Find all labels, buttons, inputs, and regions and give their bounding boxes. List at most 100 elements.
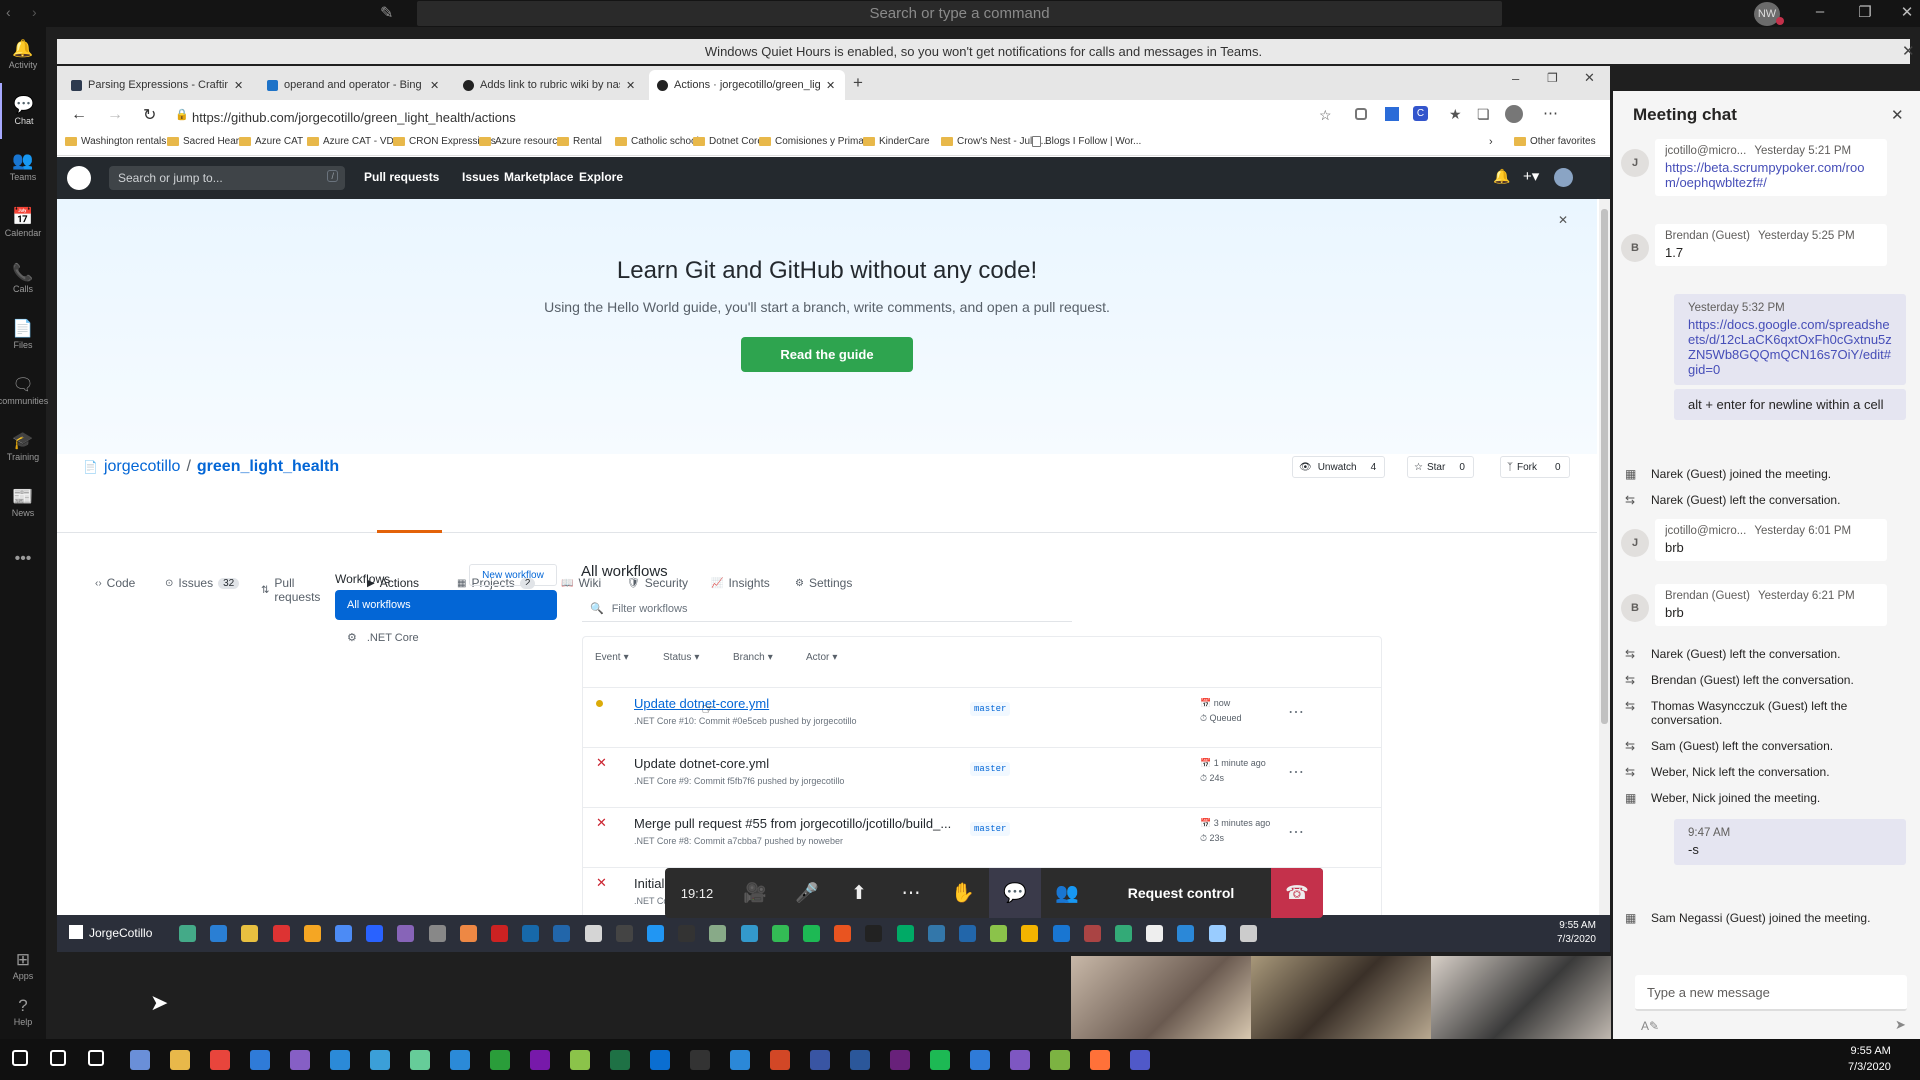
browser-tab[interactable]: Parsing Expressions - Crafting Int ✕ bbox=[63, 70, 253, 100]
forward-icon[interactable]: → bbox=[107, 106, 123, 124]
taskbar-app-icon[interactable] bbox=[771, 925, 789, 942]
repo-name-link[interactable]: green_light_health bbox=[197, 458, 339, 476]
avatar[interactable] bbox=[1554, 168, 1573, 187]
app-icon[interactable] bbox=[930, 1050, 950, 1070]
outlook-icon[interactable] bbox=[650, 1050, 670, 1070]
extension-icon[interactable] bbox=[1355, 108, 1367, 120]
favorite-item[interactable]: Sacred Heart bbox=[167, 136, 242, 147]
windows-start-icon[interactable] bbox=[69, 925, 83, 939]
unwatch-button[interactable]: 👁 Unwatch 4 bbox=[1292, 456, 1386, 478]
close-window-icon[interactable]: ✕ bbox=[1893, 3, 1920, 21]
filter-branch[interactable]: Branch ▾ bbox=[733, 652, 806, 663]
tab-pull-requests[interactable]: ⇅ Pull requests bbox=[261, 576, 320, 604]
format-icon[interactable]: A✎ bbox=[1641, 1019, 1659, 1033]
more-apps-icon[interactable]: ••• bbox=[0, 539, 46, 579]
taskbar-app-icon[interactable] bbox=[1021, 925, 1039, 942]
message-link[interactable]: https://beta.scrumpypoker.com/room/oephq… bbox=[1665, 160, 1877, 190]
favorite-item[interactable]: Washington rentals bbox=[65, 136, 166, 147]
nav-marketplace[interactable]: Marketplace bbox=[504, 170, 573, 184]
microphone-icon[interactable]: 🎤 bbox=[781, 868, 833, 918]
scrollbar-thumb[interactable] bbox=[1601, 209, 1608, 724]
taskbar-app-icon[interactable] bbox=[1115, 925, 1132, 942]
notepad-icon[interactable] bbox=[570, 1050, 590, 1070]
taskbar-app-icon[interactable] bbox=[553, 925, 571, 942]
visual-studio-icon[interactable] bbox=[290, 1050, 310, 1070]
favorite-item[interactable]: Azure CAT - VDC bbox=[307, 136, 401, 147]
taskbar-app-icon[interactable] bbox=[1208, 925, 1226, 942]
tab-close-icon[interactable]: ✕ bbox=[826, 79, 835, 92]
taskbar-app-icon[interactable] bbox=[241, 925, 259, 942]
favorite-item[interactable]: Azure resources bbox=[479, 136, 568, 147]
forward-arrow-icon[interactable]: › bbox=[32, 4, 37, 20]
rail-files[interactable]: 📄 Files bbox=[0, 307, 46, 363]
star-button[interactable]: ☆ Star 0 bbox=[1407, 456, 1474, 478]
edge-icon[interactable] bbox=[250, 1050, 270, 1070]
taskbar-app-icon[interactable] bbox=[647, 925, 664, 942]
message-link[interactable]: https://docs.google.com/spreadsheets/d/1… bbox=[1688, 317, 1892, 377]
send-icon[interactable]: ➤ bbox=[1895, 1017, 1906, 1033]
create-new-icon[interactable]: +▾ bbox=[1523, 167, 1539, 185]
word-icon[interactable] bbox=[850, 1050, 870, 1070]
tab-close-icon[interactable]: ✕ bbox=[430, 79, 439, 92]
dismiss-banner-icon[interactable]: ✕ bbox=[1902, 42, 1915, 60]
restore-icon[interactable]: ❐ bbox=[1547, 71, 1558, 85]
vscode-icon[interactable] bbox=[330, 1050, 350, 1070]
tab-issues[interactable]: ⊙ Issues 32 bbox=[165, 576, 240, 590]
branch-badge[interactable]: master bbox=[970, 822, 1011, 836]
camera-icon[interactable]: 🎥 bbox=[729, 868, 781, 918]
rail-communities[interactable]: 🗨 communities bbox=[0, 363, 48, 419]
taskbar-app-icon[interactable] bbox=[397, 925, 415, 942]
taskbar-app-icon[interactable] bbox=[522, 925, 540, 942]
all-workflows-item[interactable]: All workflows bbox=[335, 590, 557, 620]
nav-issues[interactable]: Issues bbox=[462, 170, 499, 184]
taskbar-app-icon[interactable] bbox=[896, 925, 914, 942]
close-window-icon[interactable]: ✕ bbox=[1584, 70, 1595, 86]
tab-close-icon[interactable]: ✕ bbox=[626, 79, 635, 92]
taskbar-app-icon[interactable] bbox=[959, 925, 976, 942]
back-icon[interactable]: ← bbox=[71, 106, 87, 124]
taskbar-app-icon[interactable] bbox=[272, 925, 290, 942]
table-row[interactable]: ✕ Merge pull request #55 from jorgecotill… bbox=[582, 807, 1382, 867]
favorite-item[interactable]: Azure CAT bbox=[239, 136, 303, 147]
rail-apps[interactable]: ⊞ Apps bbox=[0, 943, 46, 989]
fork-button[interactable]: ᛉ Fork 0 bbox=[1500, 456, 1570, 478]
command-search-box[interactable]: Search or type a command bbox=[417, 1, 1502, 26]
close-promo-icon[interactable]: ✕ bbox=[1558, 213, 1568, 227]
taskbar-app-icon[interactable] bbox=[459, 925, 477, 942]
taskbar-app-icon[interactable] bbox=[303, 925, 321, 942]
request-control-button[interactable]: Request control bbox=[1099, 868, 1263, 918]
participant-video[interactable] bbox=[1071, 956, 1251, 1039]
taskbar-app-icon[interactable] bbox=[1177, 925, 1195, 942]
filter-event[interactable]: Event ▾ bbox=[595, 652, 663, 663]
taskbar-app-icon[interactable] bbox=[834, 925, 852, 942]
branch-badge[interactable]: master bbox=[970, 762, 1011, 776]
taskbar-app-icon[interactable] bbox=[1146, 925, 1164, 942]
nav-pull-requests[interactable]: Pull requests bbox=[364, 170, 439, 184]
new-workflow-button[interactable]: New workflow bbox=[469, 564, 557, 586]
page-scrollbar[interactable] bbox=[1599, 199, 1610, 952]
taskbar-app-icon[interactable] bbox=[210, 925, 228, 942]
favorite-item[interactable]: Rental bbox=[557, 136, 602, 147]
visual-studio-icon[interactable] bbox=[890, 1050, 910, 1070]
taskbar-app-icon[interactable] bbox=[1083, 925, 1101, 942]
taskbar-app-icon[interactable] bbox=[990, 925, 1008, 942]
run-title-link[interactable]: Merge pull request #55 from jorgecotillo… bbox=[634, 816, 951, 831]
browser-tab-active[interactable]: Actions · jorgecotillo/green_light ✕ bbox=[649, 70, 845, 100]
app-icon[interactable] bbox=[970, 1050, 990, 1070]
c-extension-icon[interactable]: C bbox=[1413, 106, 1428, 121]
raise-hand-icon[interactable]: ✋ bbox=[937, 868, 989, 918]
more-options-icon[interactable]: ⋯ bbox=[1288, 762, 1304, 782]
rail-training[interactable]: 🎓 Training bbox=[0, 419, 46, 475]
tab-code[interactable]: ‹› Code bbox=[95, 576, 135, 590]
filter-status[interactable]: Status ▾ bbox=[663, 652, 733, 663]
rail-activity[interactable]: 🔔 Activity bbox=[0, 27, 46, 83]
minimize-icon[interactable]: – bbox=[1512, 71, 1519, 86]
browser-tab[interactable]: Adds link to rubric wiki by nasac ✕ bbox=[455, 70, 645, 100]
rail-help[interactable]: ? Help bbox=[0, 989, 46, 1035]
run-title-link[interactable]: Update dotnet-core.yml bbox=[634, 756, 769, 771]
favorite-item[interactable]: KinderCare bbox=[863, 136, 930, 147]
chat-toggle-icon[interactable]: 💬 bbox=[989, 868, 1041, 918]
nav-explore[interactable]: Explore bbox=[579, 170, 623, 184]
refresh-icon[interactable]: ↻ bbox=[143, 105, 156, 125]
task-view-icon[interactable] bbox=[88, 1050, 104, 1066]
